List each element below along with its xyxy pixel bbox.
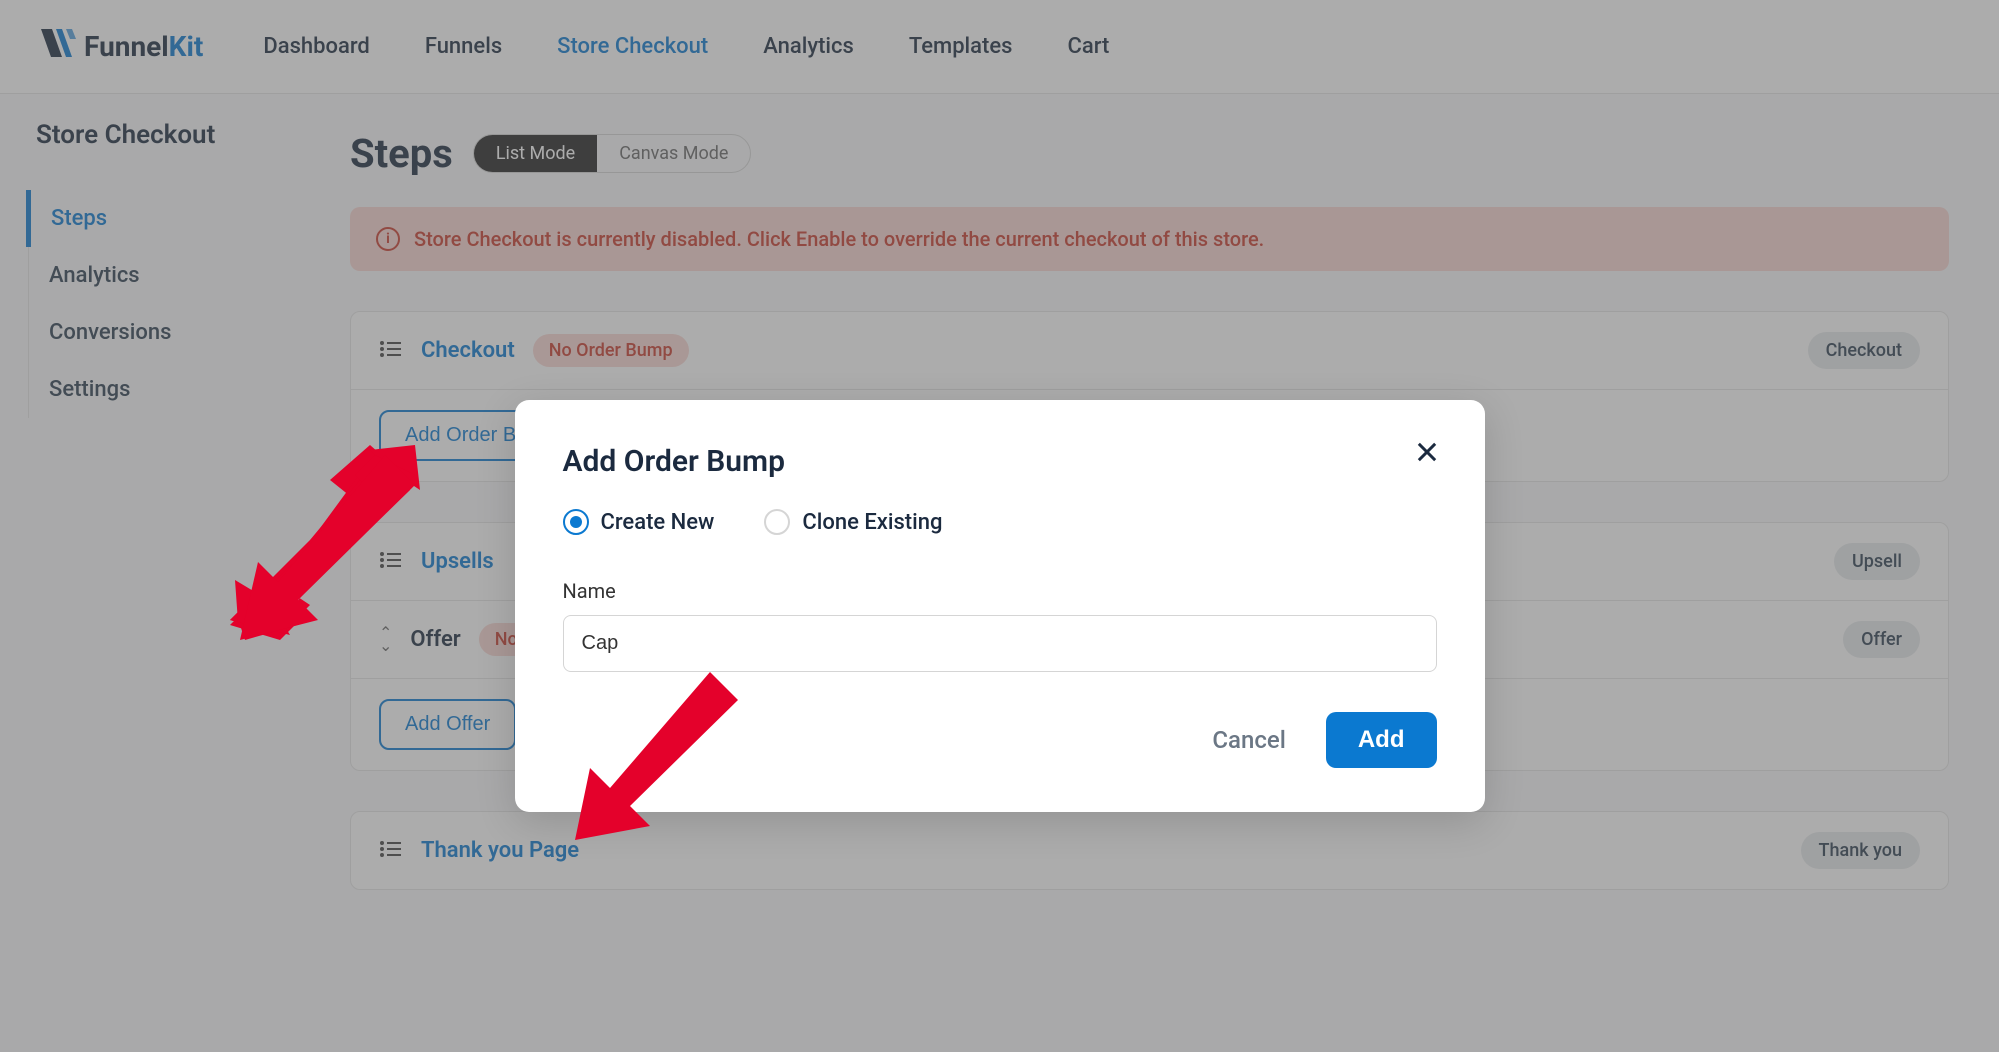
radio-label-clone: Clone Existing xyxy=(802,510,942,535)
modal-overlay: Add Order Bump Create New Clone Existing… xyxy=(0,0,1999,1052)
radio-create-new[interactable]: Create New xyxy=(563,509,715,535)
radio-icon xyxy=(764,509,790,535)
modal-title: Add Order Bump xyxy=(563,444,1437,479)
cancel-button[interactable]: Cancel xyxy=(1212,726,1285,754)
close-icon[interactable] xyxy=(1413,438,1441,471)
radio-clone-existing[interactable]: Clone Existing xyxy=(764,509,942,535)
add-button[interactable]: Add xyxy=(1326,712,1437,768)
name-label: Name xyxy=(563,579,1437,603)
radio-label-create: Create New xyxy=(601,510,715,535)
name-input[interactable] xyxy=(563,615,1437,672)
radio-icon xyxy=(563,509,589,535)
add-order-bump-modal: Add Order Bump Create New Clone Existing… xyxy=(515,400,1485,812)
